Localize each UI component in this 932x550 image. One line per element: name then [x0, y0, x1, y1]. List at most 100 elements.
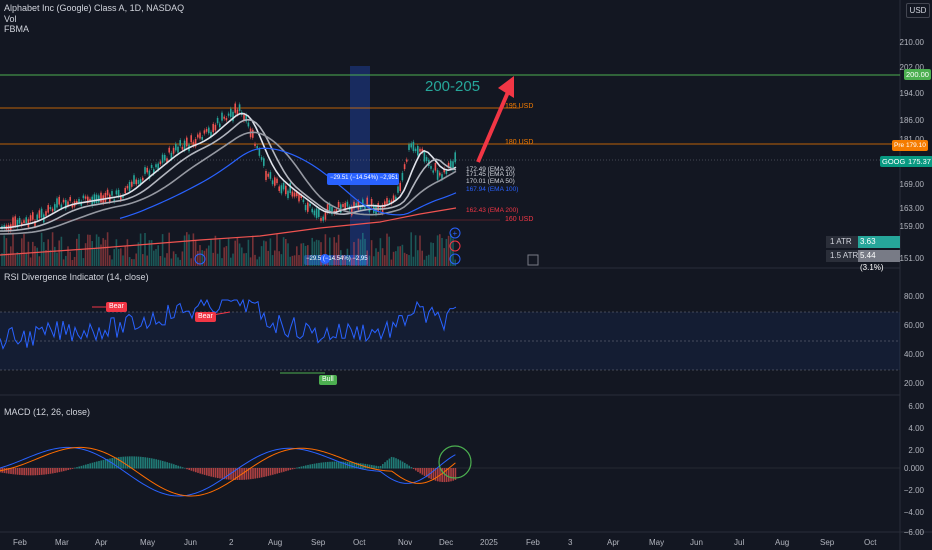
macd-histogram-bar — [382, 464, 384, 469]
macd-histogram-bar — [254, 468, 256, 479]
price-axis-label: 163.00 — [899, 204, 924, 213]
candle-body — [186, 137, 188, 147]
candle-body — [408, 144, 410, 150]
candle-body — [254, 143, 256, 146]
macd-axis-label: −2.00 — [903, 486, 924, 495]
macd-histogram-bar — [309, 464, 311, 469]
volume-bar — [282, 237, 285, 266]
macd-histogram-bar — [157, 459, 160, 469]
macd-plot — [0, 446, 900, 497]
macd-histogram-bar — [91, 462, 94, 469]
candle-body — [219, 123, 221, 128]
macd-histogram-bar — [16, 468, 19, 475]
macd-histogram-bar — [67, 468, 69, 471]
macd-axis-label: −6.00 — [903, 528, 924, 537]
target-zone-label[interactable]: 200-205 — [425, 78, 480, 95]
volume-indicator-label[interactable]: Vol — [4, 14, 17, 24]
candle-body — [29, 215, 32, 221]
candle-body — [51, 208, 54, 212]
currency-button[interactable]: USD — [906, 3, 930, 18]
macd-histogram-bar — [450, 468, 452, 482]
candle-body — [40, 208, 43, 218]
time-axis-label: Jun — [690, 538, 703, 547]
volume-bar — [14, 254, 16, 266]
volume-bar — [188, 234, 190, 266]
macd-histogram-bar — [384, 462, 386, 469]
volume-bar — [298, 255, 300, 266]
macd-histogram-bar — [432, 468, 435, 481]
volume-bar — [245, 253, 247, 266]
candle-body — [258, 148, 261, 156]
candle-body — [172, 147, 175, 154]
candle-body — [450, 160, 452, 168]
volume-bar — [3, 235, 5, 266]
candle-body — [221, 112, 223, 121]
candle-body — [430, 166, 432, 169]
volume-bar — [452, 238, 454, 266]
volume-bar — [384, 255, 386, 266]
volume-bar — [260, 246, 263, 266]
volume-bar — [412, 256, 415, 266]
macd-histogram-bar — [144, 457, 146, 469]
volume-bar — [410, 232, 412, 266]
macd-histogram-bar — [203, 468, 206, 475]
volume-bar — [84, 243, 87, 266]
candle-body — [423, 151, 426, 162]
volume-bar — [302, 243, 305, 266]
volume-bar — [128, 257, 131, 266]
candle-body — [93, 194, 96, 204]
macd-histogram-bar — [100, 460, 102, 469]
macd-histogram-bar — [12, 468, 14, 475]
volume-bar — [34, 246, 36, 266]
candle-body — [425, 157, 428, 162]
volume-bar — [199, 245, 201, 266]
volume-bar — [296, 246, 298, 266]
candle-body — [287, 190, 289, 199]
macd-histogram-bar — [272, 468, 274, 475]
candle-body — [260, 157, 263, 160]
candle-body — [293, 192, 296, 197]
volume-bar — [353, 242, 355, 266]
volume-bar — [447, 235, 450, 266]
volume-bar — [109, 255, 111, 266]
volume-bar — [274, 250, 276, 266]
candle-body — [144, 167, 146, 174]
symbol-title[interactable]: Alphabet Inc (Google) Class A, 1D, NASDA… — [4, 3, 184, 13]
volume-bar — [289, 256, 291, 266]
candle-body — [227, 113, 230, 116]
candle-body — [133, 175, 135, 185]
volume-bar — [153, 250, 155, 266]
candle-body — [419, 148, 421, 152]
time-axis-label: Jun — [184, 538, 197, 547]
volume-bar — [430, 242, 432, 266]
fbma-indicator-label[interactable]: FBMA — [4, 24, 29, 34]
volume-bar — [285, 238, 287, 266]
candle-body — [388, 200, 390, 203]
candle-body — [232, 111, 234, 122]
macd-histogram-bar — [133, 456, 135, 469]
time-axis-label: Aug — [775, 538, 790, 547]
macd-histogram-bar — [316, 463, 318, 469]
time-axis-label: Oct — [353, 538, 366, 547]
candle-body — [54, 204, 56, 211]
macd-histogram-bar — [19, 468, 21, 475]
candle-body — [410, 143, 412, 148]
bull-badge: Bull — [319, 375, 337, 385]
volume-bar — [10, 246, 12, 266]
time-axis-label: Jul — [734, 538, 745, 547]
rsi-pane-title[interactable]: RSI Divergence Indicator (14, close) — [4, 272, 149, 282]
candle-body — [298, 193, 300, 202]
volume-bar — [252, 235, 254, 266]
macd-histogram-bar — [393, 457, 395, 469]
candle-body — [216, 117, 219, 124]
plus-icon-glyph: + — [453, 229, 458, 238]
volume-bar — [146, 255, 148, 266]
macd-histogram-bar — [283, 468, 285, 472]
macd-histogram-bar — [41, 468, 43, 475]
candle-body — [12, 217, 14, 227]
volume-bar — [164, 257, 166, 266]
macd-histogram-bar — [377, 466, 380, 469]
time-axis-label: Nov — [398, 538, 413, 547]
macd-pane-title[interactable]: MACD (12, 26, close) — [4, 407, 90, 417]
time-axis-label: Oct — [864, 538, 877, 547]
